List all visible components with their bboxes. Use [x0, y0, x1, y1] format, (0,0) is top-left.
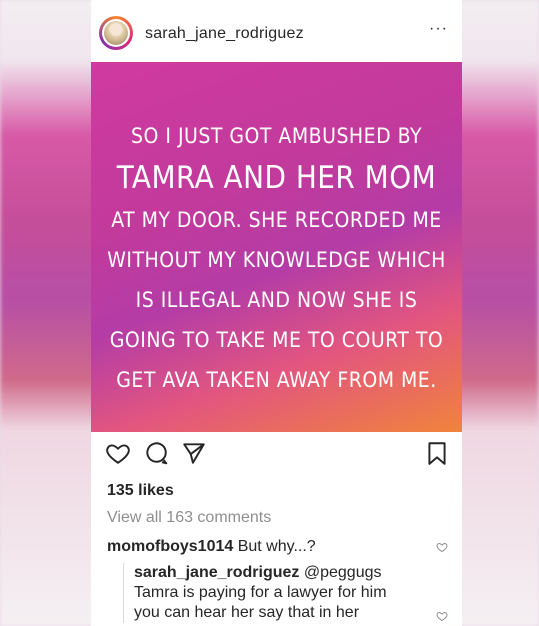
likes-count[interactable]: 135 likes [107, 482, 174, 500]
reply-item: sarah_jane_rodriguez @peggugs Tamra is p… [123, 563, 434, 623]
comment-item: momofboys1014 But why...? [107, 538, 316, 556]
reply-text-line: you can hear her say that in her [134, 604, 360, 621]
comment-text: But why...? [237, 538, 316, 555]
post-line: AT MY DOOR. SHE RECORDED ME [111, 208, 442, 232]
post-card: sarah_jane_rodriguez ··· SO I JUST GOT A… [91, 0, 462, 626]
more-options-icon[interactable]: ··· [429, 21, 448, 37]
post-caption-text: SO I JUST GOT AMBUSHED BY TAMRA AND HER … [91, 116, 462, 400]
avatar[interactable] [99, 16, 133, 50]
comment-like-heart-icon[interactable] [436, 541, 448, 553]
comment-icon[interactable] [143, 440, 169, 466]
reply-text-line: Tamra is paying for a lawyer for him [134, 584, 387, 601]
bookmark-icon[interactable] [424, 440, 450, 466]
post-line: SO I JUST GOT AMBUSHED BY [131, 124, 422, 148]
avatar-ring-inner [102, 19, 130, 47]
username-link[interactable]: sarah_jane_rodriguez [145, 25, 304, 43]
action-bar [91, 440, 462, 474]
share-icon[interactable] [181, 440, 207, 466]
reply-author[interactable]: sarah_jane_rodriguez [134, 564, 299, 581]
post-line: WITHOUT MY KNOWLEDGE WHICH [107, 248, 446, 272]
post-line: TAMRA AND HER MOM [116, 160, 437, 196]
post-image[interactable]: SO I JUST GOT AMBUSHED BY TAMRA AND HER … [91, 62, 462, 432]
heart-icon[interactable] [105, 440, 131, 466]
reply-like-heart-icon[interactable] [436, 610, 448, 622]
post-line: GOING TO TAKE ME TO COURT TO [109, 328, 444, 352]
view-all-comments-link[interactable]: View all 163 comments [107, 509, 271, 527]
comment-author[interactable]: momofboys1014 [107, 538, 233, 555]
post-line: IS ILLEGAL AND NOW SHE IS [135, 288, 418, 312]
post-header: sarah_jane_rodriguez ··· [91, 0, 462, 62]
post-line: GET AVA TAKEN AWAY FROM ME. [116, 368, 437, 392]
reply-mention[interactable]: @peggugs [304, 564, 382, 581]
avatar-photo [104, 21, 128, 45]
